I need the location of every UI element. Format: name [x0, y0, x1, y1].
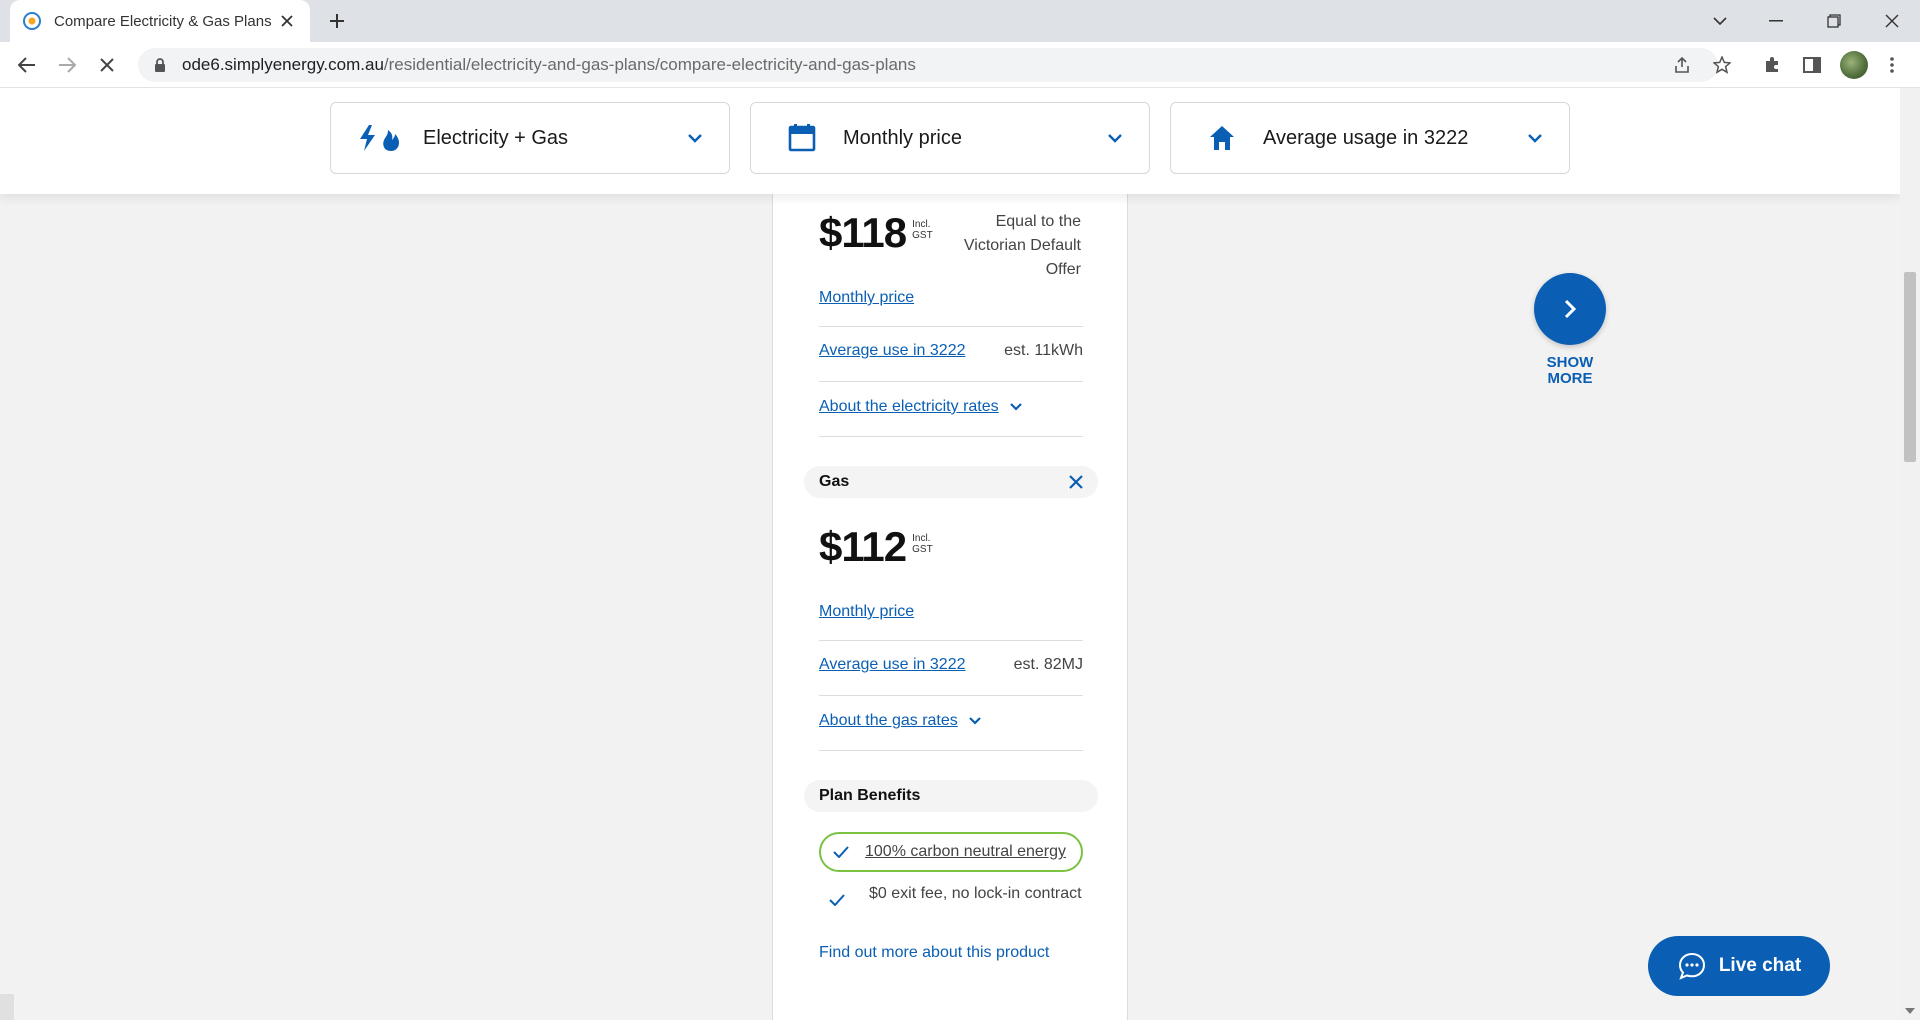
- tab-search-chevron-icon[interactable]: [1692, 0, 1748, 42]
- chevron-right-icon[interactable]: [1534, 273, 1606, 345]
- benefit-carbon-neutral[interactable]: 100% carbon neutral energy: [819, 832, 1083, 872]
- calendar-icon: [775, 123, 829, 153]
- benefit-exit-fee-text: $0 exit fee, no lock-in contract: [869, 885, 1082, 902]
- scroll-edge: [0, 994, 14, 1020]
- electricity-rates-toggle[interactable]: About the electricity rates: [819, 398, 1023, 416]
- gas-price-block: $112 Incl. GST: [819, 526, 933, 568]
- show-more-label: SHOW MORE: [1546, 354, 1594, 387]
- home-icon: [1195, 123, 1249, 153]
- page-content: Electricity + Gas Monthly price Average …: [0, 88, 1900, 1020]
- divider: [819, 750, 1083, 751]
- gas-section-header: Gas: [804, 466, 1098, 498]
- chevron-down-icon: [968, 717, 981, 725]
- plan-benefits-label: Plan Benefits: [819, 787, 921, 804]
- electricity-gas-icon: [355, 123, 409, 153]
- back-arrow-icon[interactable]: [13, 51, 41, 79]
- close-icon[interactable]: [1068, 474, 1084, 490]
- divider: [819, 381, 1083, 382]
- divider: [819, 640, 1083, 641]
- tab-close-icon[interactable]: [276, 10, 298, 32]
- gas-estimate: est. 82MJ: [1013, 656, 1083, 673]
- chevron-down-icon: [688, 134, 702, 143]
- fuel-type-label: Electricity + Gas: [423, 126, 569, 149]
- close-window-icon[interactable]: [1864, 0, 1920, 42]
- browser-tabstrip: Compare Electricity & Gas Plans |: [0, 0, 1920, 42]
- url-path: /residential/electricity-and-gas-plans/c…: [383, 55, 916, 74]
- chat-bubble-icon: [1678, 952, 1705, 980]
- gas-gst-note: Incl. GST: [912, 533, 933, 555]
- forward-arrow-icon[interactable]: [53, 51, 81, 79]
- plan-filter-bar: Electricity + Gas Monthly price Average …: [0, 88, 1900, 194]
- gas-monthly-price-link[interactable]: Monthly price: [819, 603, 914, 621]
- check-icon: [819, 882, 855, 918]
- benefit-exit-fee: $0 exit fee, no lock-in contract: [819, 882, 1083, 918]
- url-host: ode6.simplyenergy.com.au: [182, 55, 384, 74]
- electricity-rates-link[interactable]: About the electricity rates: [819, 398, 999, 416]
- minimize-icon[interactable]: [1748, 0, 1804, 42]
- browser-tab[interactable]: Compare Electricity & Gas Plans |: [10, 0, 310, 42]
- chevron-down-icon: [1009, 403, 1022, 411]
- site-favicon-icon: [23, 12, 41, 30]
- gas-section-label: Gas: [819, 473, 850, 490]
- plan-card: $118 Incl. GST Equal to the Victorian Def…: [772, 158, 1128, 1020]
- profile-avatar[interactable]: [1840, 51, 1868, 79]
- tab-title: Compare Electricity & Gas Plans |: [54, 12, 276, 30]
- live-chat-button[interactable]: Live chat: [1648, 936, 1830, 996]
- price-period-dropdown[interactable]: Monthly price: [750, 102, 1150, 174]
- chevron-down-icon: [1108, 134, 1122, 143]
- bookmark-star-icon[interactable]: [1708, 51, 1736, 79]
- gas-average-use-row: Average use in 3222 est. 82MJ: [819, 656, 1083, 674]
- electricity-offer-note: Equal to the Victorian Default Offer: [963, 213, 1081, 278]
- check-icon: [823, 834, 859, 870]
- address-bar[interactable]: ode6.simplyenergy.com.au/residential/ele…: [138, 48, 1718, 82]
- url-text: ode6.simplyenergy.com.au/residential/ele…: [182, 55, 916, 75]
- live-chat-label: Live chat: [1718, 955, 1802, 976]
- electricity-price: $118: [819, 209, 907, 256]
- chevron-down-icon: [1528, 134, 1542, 143]
- extensions-puzzle-icon[interactable]: [1758, 51, 1786, 79]
- usage-label: Average usage in 3222: [1263, 126, 1469, 149]
- lock-icon: [155, 58, 165, 72]
- divider: [819, 326, 1083, 327]
- gas-rates-link[interactable]: About the gas rates: [819, 712, 958, 730]
- gas-average-use-link[interactable]: Average use in 3222: [819, 656, 965, 674]
- side-panel-icon[interactable]: [1798, 51, 1826, 79]
- stop-loading-icon[interactable]: [93, 51, 121, 79]
- divider: [819, 436, 1083, 437]
- plan-benefits-header: Plan Benefits: [804, 780, 1098, 812]
- new-tab-icon[interactable]: [324, 8, 350, 34]
- electricity-price-block: $118 Incl. GST: [819, 212, 933, 254]
- electricity-average-use-link[interactable]: Average use in 3222: [819, 342, 965, 360]
- electricity-average-use-row: Average use in 3222 est. 11kWh: [819, 342, 1083, 360]
- electricity-gst-note: Incl. GST: [912, 219, 933, 241]
- restore-icon[interactable]: [1806, 0, 1862, 42]
- price-period-label: Monthly price: [843, 126, 962, 149]
- electricity-estimate: est. 11kWh: [1004, 342, 1083, 359]
- scroll-down-arrow-icon[interactable]: [1905, 1008, 1915, 1014]
- page-scrollbar[interactable]: [1900, 88, 1920, 1020]
- share-icon[interactable]: [1668, 51, 1696, 79]
- electricity-monthly-price-link[interactable]: Monthly price: [819, 289, 914, 307]
- find-out-more-link[interactable]: Find out more about this product: [819, 944, 1049, 962]
- fuel-type-dropdown[interactable]: Electricity + Gas: [330, 102, 730, 174]
- gas-rates-toggle[interactable]: About the gas rates: [819, 712, 982, 730]
- browser-menu-icon[interactable]: [1878, 51, 1906, 79]
- divider: [819, 695, 1083, 696]
- usage-dropdown[interactable]: Average usage in 3222: [1170, 102, 1570, 174]
- show-more-button[interactable]: SHOW MORE: [1534, 273, 1606, 387]
- browser-toolbar: ode6.simplyenergy.com.au/residential/ele…: [0, 42, 1920, 88]
- gas-price: $112: [819, 523, 907, 570]
- scrollbar-thumb[interactable]: [1904, 272, 1916, 462]
- benefit-carbon-neutral-link[interactable]: 100% carbon neutral energy: [865, 840, 1066, 864]
